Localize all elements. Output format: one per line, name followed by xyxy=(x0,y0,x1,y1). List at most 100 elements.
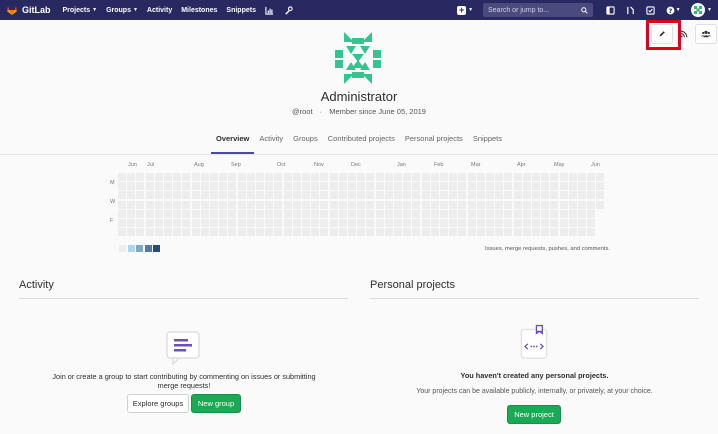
calendar-day-cell[interactable] xyxy=(541,191,550,200)
calendar-day-cell[interactable] xyxy=(338,219,347,227)
calendar-day-cell[interactable] xyxy=(246,209,255,218)
calendar-day-cell[interactable] xyxy=(256,209,264,218)
calendar-day-cell[interactable] xyxy=(504,191,513,200)
calendar-day-cell[interactable] xyxy=(458,200,467,209)
calendar-day-cell[interactable] xyxy=(366,191,375,200)
calendar-day-cell[interactable] xyxy=(486,200,494,209)
calendar-day-cell[interactable] xyxy=(550,209,559,218)
calendar-day-cell[interactable] xyxy=(394,182,402,191)
calendar-day-cell[interactable] xyxy=(348,209,356,218)
calendar-day-cell[interactable] xyxy=(476,209,485,218)
calendar-day-cell[interactable] xyxy=(173,191,182,200)
calendar-day-cell[interactable] xyxy=(283,228,292,237)
todo-icon[interactable] xyxy=(645,5,655,15)
calendar-day-cell[interactable] xyxy=(127,219,136,227)
calendar-day-cell[interactable] xyxy=(136,219,145,227)
calendar-day-cell[interactable] xyxy=(311,228,320,237)
calendar-day-cell[interactable] xyxy=(338,173,347,181)
calendar-day-cell[interactable] xyxy=(403,182,412,191)
calendar-day-cell[interactable] xyxy=(338,200,347,209)
calendar-day-cell[interactable] xyxy=(302,191,310,200)
calendar-day-cell[interactable] xyxy=(568,228,577,237)
calendar-day-cell[interactable] xyxy=(265,209,274,218)
calendar-day-cell[interactable] xyxy=(256,219,264,227)
calendar-day-cell[interactable] xyxy=(541,182,550,191)
calendar-day-cell[interactable] xyxy=(191,173,200,181)
calendar-day-cell[interactable] xyxy=(118,182,126,191)
calendar-day-cell[interactable] xyxy=(421,200,430,209)
calendar-day-cell[interactable] xyxy=(587,200,596,209)
calendar-day-cell[interactable] xyxy=(467,228,476,237)
calendar-day-cell[interactable] xyxy=(394,200,402,209)
calendar-day-cell[interactable] xyxy=(532,191,540,200)
calendar-day-cell[interactable] xyxy=(513,228,522,237)
calendar-day-cell[interactable] xyxy=(127,182,136,191)
tab-personal-projects[interactable]: Personal projects xyxy=(400,130,468,154)
calendar-day-cell[interactable] xyxy=(375,191,384,200)
calendar-day-cell[interactable] xyxy=(228,173,237,181)
help-icon[interactable]: ? ▼ xyxy=(665,5,681,15)
calendar-day-cell[interactable] xyxy=(384,191,393,200)
calendar-day-cell[interactable] xyxy=(302,200,310,209)
calendar-day-cell[interactable] xyxy=(467,209,476,218)
calendar-day-cell[interactable] xyxy=(366,219,375,227)
calendar-day-cell[interactable] xyxy=(338,228,347,237)
calendar-day-cell[interactable] xyxy=(320,219,329,227)
explore-groups-button[interactable]: Explore groups xyxy=(127,394,189,413)
calendar-day-cell[interactable] xyxy=(182,228,191,237)
calendar-day-cell[interactable] xyxy=(384,173,393,181)
calendar-day-cell[interactable] xyxy=(559,191,568,200)
calendar-day-cell[interactable] xyxy=(145,200,154,209)
calendar-day-cell[interactable] xyxy=(200,173,209,181)
calendar-day-cell[interactable] xyxy=(394,191,402,200)
calendar-day-cell[interactable] xyxy=(412,209,421,218)
calendar-day-cell[interactable] xyxy=(384,228,393,237)
calendar-day-cell[interactable] xyxy=(421,228,430,237)
calendar-day-cell[interactable] xyxy=(191,209,200,218)
calendar-day-cell[interactable] xyxy=(541,173,550,181)
calendar-day-cell[interactable] xyxy=(430,191,439,200)
calendar-day-cell[interactable] xyxy=(329,219,338,227)
calendar-day-cell[interactable] xyxy=(173,182,182,191)
calendar-day-cell[interactable] xyxy=(467,191,476,200)
calendar-day-cell[interactable] xyxy=(421,209,430,218)
calendar-day-cell[interactable] xyxy=(430,228,439,237)
calendar-day-cell[interactable] xyxy=(568,200,577,209)
calendar-day-cell[interactable] xyxy=(283,182,292,191)
calendar-day-cell[interactable] xyxy=(421,182,430,191)
calendar-day-cell[interactable] xyxy=(348,219,356,227)
calendar-day-cell[interactable] xyxy=(375,209,384,218)
calendar-day-cell[interactable] xyxy=(559,219,568,227)
calendar-day-cell[interactable] xyxy=(219,228,228,237)
calendar-day-cell[interactable] xyxy=(458,182,467,191)
calendar-day-cell[interactable] xyxy=(182,173,191,181)
calendar-day-cell[interactable] xyxy=(237,219,246,227)
calendar-day-cell[interactable] xyxy=(384,182,393,191)
calendar-day-cell[interactable] xyxy=(320,228,329,237)
calendar-day-cell[interactable] xyxy=(182,209,191,218)
calendar-day-cell[interactable] xyxy=(357,228,366,237)
calendar-day-cell[interactable] xyxy=(357,182,366,191)
calendar-day-cell[interactable] xyxy=(430,182,439,191)
calendar-day-cell[interactable] xyxy=(568,182,577,191)
calendar-day-cell[interactable] xyxy=(504,219,513,227)
calendar-day-cell[interactable] xyxy=(458,219,467,227)
calendar-day-cell[interactable] xyxy=(587,228,596,237)
calendar-day-cell[interactable] xyxy=(568,209,577,218)
calendar-day-cell[interactable] xyxy=(357,200,366,209)
calendar-day-cell[interactable] xyxy=(449,228,458,237)
calendar-day-cell[interactable] xyxy=(522,219,531,227)
calendar-day-cell[interactable] xyxy=(403,219,412,227)
calendar-day-cell[interactable] xyxy=(118,173,126,181)
calendar-day-cell[interactable] xyxy=(486,219,494,227)
calendar-day-cell[interactable] xyxy=(320,200,329,209)
calendar-day-cell[interactable] xyxy=(578,200,586,209)
calendar-day-cell[interactable] xyxy=(587,219,596,227)
calendar-day-cell[interactable] xyxy=(265,191,274,200)
calendar-day-cell[interactable] xyxy=(467,173,476,181)
calendar-day-cell[interactable] xyxy=(495,191,504,200)
calendar-day-cell[interactable] xyxy=(136,173,145,181)
calendar-day-cell[interactable] xyxy=(513,209,522,218)
calendar-day-cell[interactable] xyxy=(265,228,274,237)
merge-request-icon[interactable] xyxy=(625,5,635,15)
